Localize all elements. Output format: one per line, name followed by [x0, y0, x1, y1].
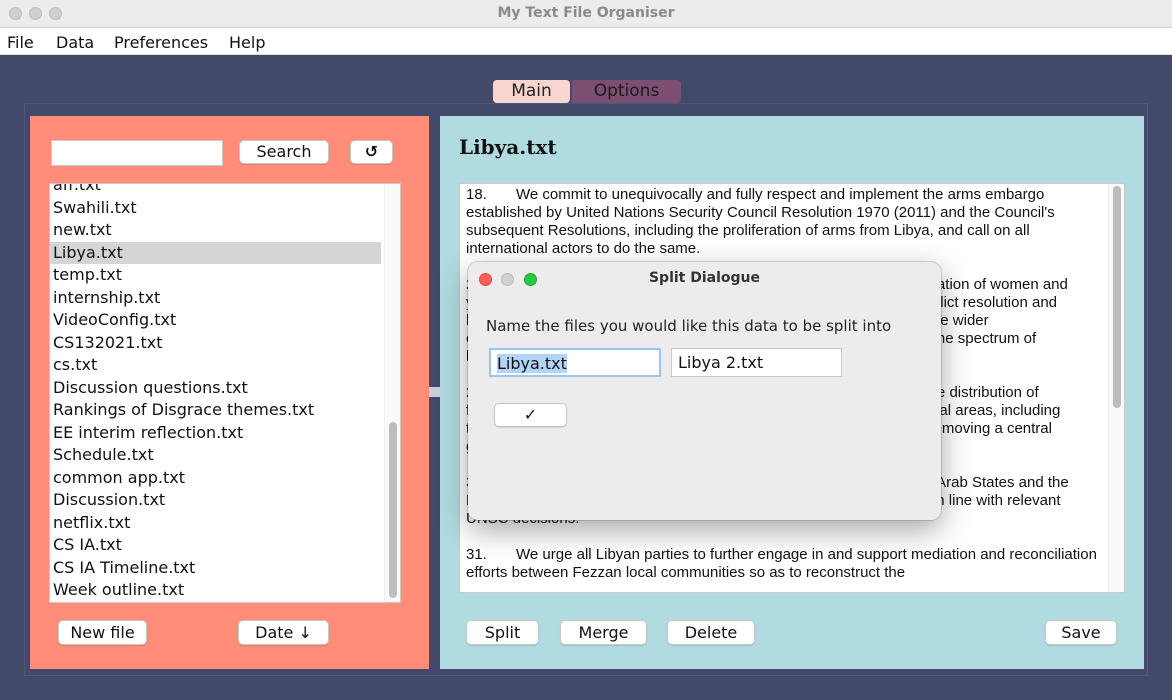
file-list-item[interactable]: temp.txt: [50, 264, 381, 287]
delete-button[interactable]: Delete: [667, 620, 755, 645]
dialog-prompt: Name the files you would like this data …: [486, 317, 892, 335]
dialog-title: Split Dialogue: [648, 270, 761, 286]
file-list-item[interactable]: Discussion questions.txt: [50, 377, 381, 400]
file-list-item[interactable]: Discussion.txt: [50, 489, 381, 512]
split-dialog: Split Dialogue Name the files you would …: [468, 262, 941, 520]
file-list-item[interactable]: VideoConfig.txt: [50, 309, 381, 332]
panel-splitter-handle[interactable]: [429, 387, 440, 397]
refresh-icon: ↺: [364, 142, 379, 161]
file-list-item[interactable]: aff.txt: [50, 184, 381, 197]
document-scrollbar[interactable]: [1108, 184, 1124, 592]
document-title: Libya.txt: [459, 135, 557, 159]
file-list-item[interactable]: common app.txt: [50, 467, 381, 490]
file-list-item[interactable]: Libya.txt: [50, 241, 381, 264]
first-file-name-input[interactable]: Libya.txt: [489, 348, 661, 377]
file-list-item[interactable]: CS132021.txt: [50, 332, 381, 355]
save-button[interactable]: Save: [1045, 620, 1117, 645]
new-file-button[interactable]: New file: [58, 620, 147, 645]
file-list-item[interactable]: netflix.txt: [50, 512, 381, 535]
paragraph: 31. We urge all Libyan parties to furthe…: [466, 546, 1102, 581]
file-list-item[interactable]: new.txt: [50, 219, 381, 242]
file-list-scroll-thumb[interactable]: [389, 422, 397, 598]
title-bar: My Text File Organiser: [0, 0, 1172, 28]
search-input[interactable]: [51, 140, 223, 166]
file-list-item[interactable]: cs.txt: [50, 354, 381, 377]
second-file-name-input[interactable]: Libya 2.txt: [671, 348, 842, 377]
second-file-name-value: Libya 2.txt: [678, 353, 764, 372]
menu-help[interactable]: Help: [229, 33, 265, 52]
confirm-split-button[interactable]: ✓: [494, 403, 567, 427]
file-list-item[interactable]: Week outline.txt: [50, 579, 381, 602]
document-scroll-thumb[interactable]: [1113, 186, 1121, 408]
file-list-item[interactable]: EE interim reflection.txt: [50, 422, 381, 445]
file-list-item[interactable]: CS IA Timeline.txt: [50, 557, 381, 580]
file-list-item[interactable]: Schedule.txt: [50, 444, 381, 467]
menu-preferences[interactable]: Preferences: [114, 33, 208, 52]
checkmark-icon: ✓: [523, 405, 538, 424]
file-list-item[interactable]: Swahili.txt: [50, 197, 381, 220]
split-button[interactable]: Split: [466, 620, 539, 645]
paragraph: 18. We commit to unequivocally and fully…: [466, 186, 1059, 257]
menu-bar: File Data Preferences Help: [0, 28, 1172, 55]
tab-options[interactable]: Options: [572, 80, 681, 103]
sort-by-date-button[interactable]: Date ↓: [238, 620, 329, 645]
refresh-button[interactable]: ↺: [350, 140, 393, 164]
file-list-scrollbar[interactable]: [384, 184, 400, 602]
window-title: My Text File Organiser: [497, 5, 675, 21]
merge-button[interactable]: Merge: [560, 620, 647, 645]
file-list-items: aff.txt Swahili.txt new.txt Libya.txt temp.t…: [50, 184, 381, 602]
file-list-item[interactable]: CS IA.txt: [50, 534, 381, 557]
file-list[interactable]: aff.txt Swahili.txt new.txt Libya.txt temp.t…: [49, 183, 401, 603]
file-list-item[interactable]: internship.txt: [50, 287, 381, 310]
search-button[interactable]: Search: [239, 140, 329, 164]
menu-file[interactable]: File: [7, 33, 34, 52]
first-file-name-value: Libya.txt: [497, 354, 567, 373]
menu-data[interactable]: Data: [56, 33, 94, 52]
file-list-item[interactable]: Rankings of Disgrace themes.txt: [50, 399, 381, 422]
tab-main[interactable]: Main: [493, 80, 570, 103]
